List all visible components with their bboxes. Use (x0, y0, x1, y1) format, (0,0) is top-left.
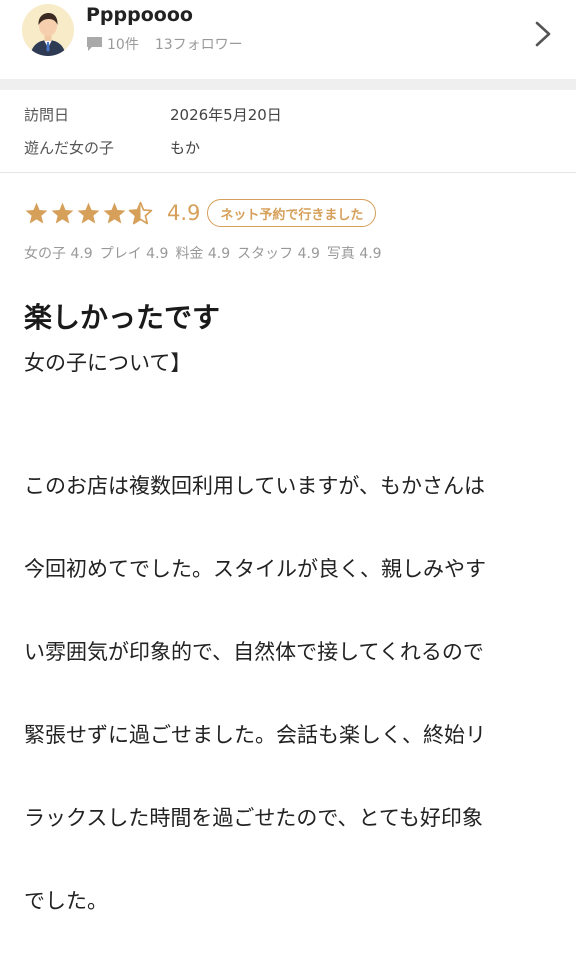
review-title: 楽しかったです (24, 301, 221, 334)
chevron-right-icon[interactable] (531, 19, 555, 49)
subscore-photo: 写真 4.9 (326, 246, 382, 262)
net-reservation-badge: ネット予約で行きました (207, 199, 377, 227)
rating-value: 4.9 (167, 201, 201, 225)
visit-date-row: 訪問日 2026年5月20日 (24, 104, 282, 125)
subscores: 女の子 4.9 プレイ 4.9 料金 4.9 スタッフ 4.9 写真 4.9 (24, 243, 382, 263)
info-divider (0, 172, 576, 173)
user-avatar-icon (22, 4, 74, 56)
follower-count: 13フォロワー (154, 37, 243, 53)
review-subtitle: 女の子について】 (24, 351, 192, 375)
star-full-icon (77, 202, 100, 223)
review-body-line: い雰囲気が印象的で、自然体で接してくれるので (24, 639, 484, 664)
subscore-price: 料金 4.9 (175, 246, 231, 262)
star-half-icon (128, 201, 153, 224)
subscore-girl: 女の子 4.9 (24, 246, 93, 262)
subscore-staff: スタッフ 4.9 (237, 246, 320, 262)
comment-icon (87, 37, 102, 51)
user-meta: 10件 13フォロワー (86, 34, 243, 54)
reviewer-header[interactable]: Ppppoooo 10件 13フォロワー (0, 0, 576, 78)
star-full-icon (25, 202, 48, 223)
subscore-play: プレイ 4.9 (99, 246, 169, 262)
star-full-icon (51, 202, 74, 223)
section-divider (0, 79, 576, 90)
star-rating (24, 201, 153, 226)
review-body: このお店は複数回利用していますが、もかさんは 今回初めてでした。スタイルが良く、… (24, 424, 554, 964)
review-body-line: ラックスした時間を過ごせたので、とても好印象 (24, 805, 483, 830)
avatar[interactable] (22, 4, 74, 56)
review-body-line: 緊張せずに過ごせました。会話も楽しく、終始リ (24, 722, 486, 747)
girl-label: 遊んだ女の子 (24, 139, 115, 157)
username[interactable]: Ppppoooo (86, 4, 193, 26)
visit-date-label: 訪問日 (24, 106, 70, 124)
visit-info: 訪問日 2026年5月20日 遊んだ女の子 もか (0, 90, 576, 170)
review-body-line: でした。 (24, 888, 108, 913)
review-body-line: 今回初めてでした。スタイルが良く、親しみやす (24, 556, 486, 581)
star-full-icon (103, 202, 126, 223)
review-body-line: このお店は複数回利用していますが、もかさんは (24, 473, 485, 498)
girl-value[interactable]: もか (170, 137, 200, 158)
visit-date-value: 2026年5月20日 (170, 106, 282, 124)
review-count: 10件 (107, 37, 139, 53)
girl-row: 遊んだ女の子 もか (24, 137, 200, 158)
rating-row: 4.9 ネット予約で行きました (24, 198, 377, 228)
